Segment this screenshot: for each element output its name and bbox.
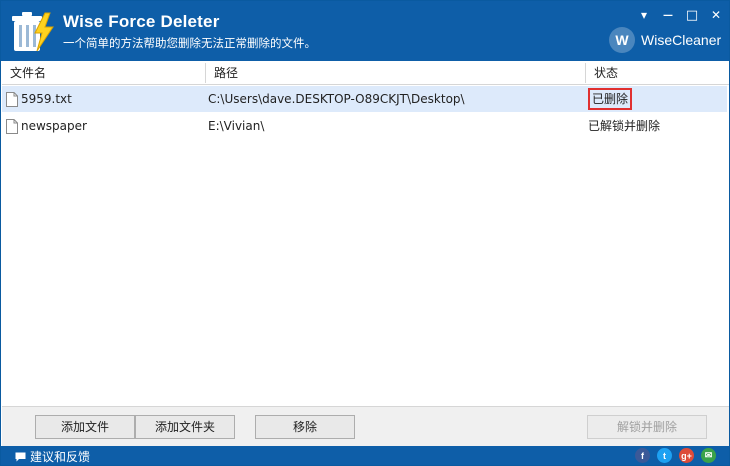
mail-icon[interactable]: ✉ bbox=[701, 448, 716, 463]
wisecleaner-logo-icon: W bbox=[609, 27, 635, 53]
list-header: 文件名 路径 状态 bbox=[2, 61, 729, 85]
close-icon: ✕ bbox=[710, 8, 722, 22]
button-bar: 添加文件 添加文件夹 移除 解锁并删除 bbox=[2, 406, 729, 446]
column-header-status[interactable]: 状态 bbox=[586, 61, 729, 85]
brand-name: WiseCleaner bbox=[641, 32, 722, 48]
feedback-link[interactable]: 建议和反馈 bbox=[15, 448, 90, 465]
maximize-button[interactable]: □ bbox=[682, 7, 702, 23]
file-icon bbox=[6, 118, 18, 134]
speech-bubble-icon bbox=[15, 452, 26, 461]
app-window: Wise Force Deleter 一个简单的方法帮助您删除无法正常删除的文件… bbox=[0, 0, 730, 466]
column-header-path[interactable]: 路径 bbox=[206, 61, 584, 85]
facebook-icon[interactable]: f bbox=[635, 448, 650, 463]
app-subtitle: 一个简单的方法帮助您删除无法正常删除的文件。 bbox=[63, 36, 316, 50]
file-list[interactable]: 文件名 路径 状态 5959.txt C:\Users\dave.DESKTOP… bbox=[2, 61, 729, 406]
column-header-name[interactable]: 文件名 bbox=[2, 61, 205, 85]
close-button[interactable]: ✕ bbox=[706, 7, 726, 23]
minimize-icon: — bbox=[663, 9, 673, 21]
status-bar: 建议和反馈 f t g+ ✉ bbox=[1, 446, 729, 465]
maximize-icon: □ bbox=[685, 7, 699, 23]
title-bar: Wise Force Deleter 一个简单的方法帮助您删除无法正常删除的文件… bbox=[1, 1, 729, 61]
file-name: newspaper bbox=[21, 119, 87, 133]
status-text: 已解锁并删除 bbox=[588, 119, 661, 133]
add-file-button[interactable]: 添加文件 bbox=[35, 415, 135, 439]
add-folder-button[interactable]: 添加文件夹 bbox=[135, 415, 235, 439]
file-path: C:\Users\dave.DESKTOP-O89CKJT\Desktop\ bbox=[208, 92, 465, 106]
menu-dropdown-button[interactable]: ▾ bbox=[634, 7, 654, 23]
twitter-icon[interactable]: t bbox=[657, 448, 672, 463]
table-row[interactable]: newspaper E:\Vivian\ 已解锁并删除 bbox=[2, 113, 727, 139]
file-path: E:\Vivian\ bbox=[208, 119, 265, 133]
minimize-button[interactable]: — bbox=[658, 7, 678, 23]
file-name: 5959.txt bbox=[21, 92, 72, 106]
brand-link[interactable]: W WiseCleaner bbox=[609, 27, 721, 53]
status-text: 已删除 bbox=[588, 88, 633, 110]
google-plus-icon[interactable]: g+ bbox=[679, 448, 694, 463]
file-icon bbox=[6, 91, 18, 107]
feedback-label: 建议和反馈 bbox=[30, 450, 91, 464]
table-row[interactable]: 5959.txt C:\Users\dave.DESKTOP-O89CKJT\D… bbox=[2, 86, 727, 112]
unlock-delete-button[interactable]: 解锁并删除 bbox=[587, 415, 707, 439]
trash-bolt-icon bbox=[12, 12, 54, 52]
app-title: Wise Force Deleter bbox=[63, 12, 220, 31]
chevron-down-icon: ▾ bbox=[640, 8, 648, 22]
remove-button[interactable]: 移除 bbox=[255, 415, 355, 439]
